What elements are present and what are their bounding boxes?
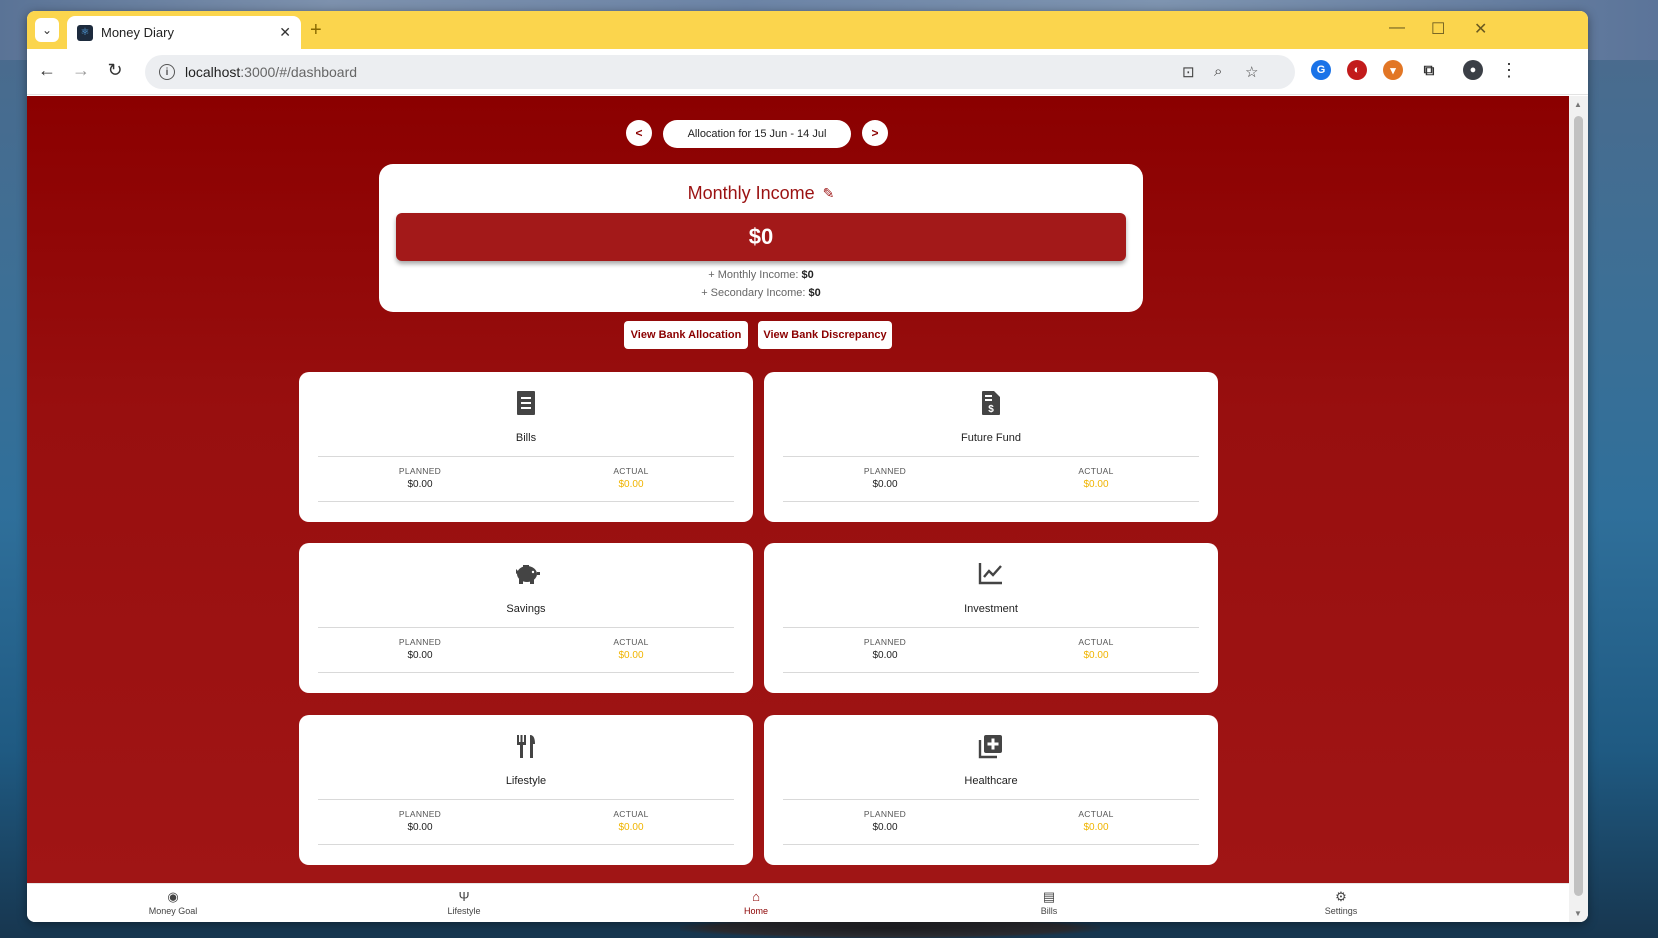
divider <box>318 501 734 502</box>
nav-money-goal[interactable]: ◉ Money Goal <box>113 884 233 922</box>
extension-shield-icon[interactable]: ◐ <box>1347 60 1367 80</box>
nav-settings[interactable]: ⚙ Settings <box>1281 884 1401 922</box>
divider <box>318 627 734 628</box>
divider <box>783 501 1199 502</box>
page-scrollbar[interactable]: ▲ ▼ <box>1569 96 1588 922</box>
scrollbar-thumb[interactable] <box>1574 116 1583 896</box>
url-text: localhost:3000/#/dashboard <box>185 64 358 80</box>
category-name: Healthcare <box>964 775 1018 787</box>
receipt-icon: ▤ <box>1042 889 1056 904</box>
monthly-income-line: + Monthly Income: $0 <box>708 269 814 281</box>
category-card-investment[interactable]: Investment PLANNED $0.00 ACTUAL $0.00 <box>764 543 1218 693</box>
planned-column: PLANNED $0.00 <box>863 637 907 661</box>
fork-knife-icon <box>299 733 753 764</box>
planned-column: PLANNED $0.00 <box>398 809 442 833</box>
next-period-button[interactable]: > <box>862 120 888 146</box>
divider <box>783 627 1199 628</box>
category-card-lifestyle[interactable]: Lifestyle PLANNED $0.00 ACTUAL $0.00 <box>299 715 753 865</box>
planned-column: PLANNED $0.00 <box>398 466 442 490</box>
nav-lifestyle[interactable]: Ψ Lifestyle <box>404 884 524 922</box>
tab-money-diary[interactable]: ⚛ Money Diary ✕ <box>67 16 301 49</box>
period-label: Allocation for 15 Jun - 14 Jul <box>663 120 851 148</box>
planned-column: PLANNED $0.00 <box>863 466 907 490</box>
reload-icon[interactable]: ↻ <box>104 60 126 81</box>
income-total: $0 <box>396 213 1126 261</box>
window-close-icon[interactable]: ✕ <box>1474 19 1487 39</box>
extensions-puzzle-icon[interactable]: ⧉ <box>1419 60 1439 80</box>
secondary-income-line: + Secondary Income: $0 <box>701 287 821 299</box>
category-card-bills[interactable]: Bills PLANNED $0.00 ACTUAL $0.00 <box>299 372 753 522</box>
site-info-icon[interactable]: i <box>159 64 175 80</box>
divider <box>318 844 734 845</box>
maximize-icon[interactable]: ☐ <box>1431 19 1445 39</box>
category-card-savings[interactable]: Savings PLANNED $0.00 ACTUAL $0.00 <box>299 543 753 693</box>
zoom-icon[interactable]: ⌕ <box>1214 63 1222 80</box>
medical-plus-icon <box>764 733 1218 764</box>
income-header: Monthly Income ✎ <box>379 183 1143 204</box>
category-name: Investment <box>964 603 1018 615</box>
income-title: Monthly Income <box>687 183 815 203</box>
actual-column: ACTUAL $0.00 <box>613 809 649 833</box>
home-icon: ⌂ <box>752 889 760 904</box>
app-viewport: < Allocation for 15 Jun - 14 Jul > Month… <box>27 96 1569 884</box>
prev-period-button[interactable]: < <box>626 120 652 146</box>
bookmark-star-icon[interactable]: ☆ <box>1245 63 1258 81</box>
line-chart-icon <box>764 561 1218 590</box>
planned-column: PLANNED $0.00 <box>863 809 907 833</box>
tab-strip: ⌄ ⚛ Money Diary ✕ + — ☐ ✕ <box>27 11 1588 49</box>
fork-knife-icon: Ψ <box>458 889 470 904</box>
actual-column: ACTUAL $0.00 <box>613 637 649 661</box>
nav-home[interactable]: ⌂ Home <box>696 884 816 922</box>
divider <box>318 799 734 800</box>
browser-menu-icon[interactable]: ⋮ <box>1498 60 1520 81</box>
svg-text:$: $ <box>988 404 994 415</box>
address-bar[interactable]: i localhost:3000/#/dashboard ⊡ ⌕ ☆ <box>145 55 1295 89</box>
back-arrow-icon[interactable]: ← <box>36 60 58 81</box>
divider <box>783 799 1199 800</box>
scroll-up-icon[interactable]: ▲ <box>1574 100 1582 109</box>
category-name: Bills <box>515 432 537 444</box>
actual-column: ACTUAL $0.00 <box>1078 637 1114 661</box>
view-bank-allocation-button[interactable]: View Bank Allocation <box>624 321 748 349</box>
close-icon[interactable]: ✕ <box>279 24 291 41</box>
planned-column: PLANNED $0.00 <box>398 637 442 661</box>
view-bank-discrepancy-button[interactable]: View Bank Discrepancy <box>758 321 892 349</box>
piggy-bank-icon <box>299 561 753 590</box>
divider <box>318 456 734 457</box>
category-name: Savings <box>506 603 546 615</box>
period-navigator: < Allocation for 15 Jun - 14 Jul > <box>27 120 1569 148</box>
new-tab-icon[interactable]: + <box>310 19 322 42</box>
monthly-income-card: Monthly Income ✎ $0 + Monthly Income: $0… <box>379 164 1143 312</box>
edit-pencil-icon[interactable]: ✎ <box>823 185 835 202</box>
scroll-down-icon[interactable]: ▼ <box>1574 909 1582 918</box>
forward-arrow-icon[interactable]: → <box>70 60 92 81</box>
category-card-healthcare[interactable]: Healthcare PLANNED $0.00 ACTUAL $0.00 <box>764 715 1218 865</box>
gear-icon: ⚙ <box>1335 889 1347 904</box>
divider <box>783 456 1199 457</box>
tab-search-button[interactable]: ⌄ <box>35 18 59 42</box>
actual-column: ACTUAL $0.00 <box>1078 809 1114 833</box>
tab-title: Money Diary <box>101 25 174 40</box>
divider <box>783 844 1199 845</box>
browser-toolbar: ← → ↻ i localhost:3000/#/dashboard ⊡ ⌕ ☆… <box>27 49 1588 95</box>
nav-bills[interactable]: ▤ Bills <box>989 884 1109 922</box>
metamask-fox-icon[interactable]: ▾ <box>1383 60 1403 80</box>
react-favicon-icon: ⚛ <box>77 24 93 41</box>
bottom-navigation: ◉ Money Goal Ψ Lifestyle ⌂ Home ▤ Bills … <box>27 883 1569 922</box>
category-name: Future Fund <box>961 432 1021 444</box>
divider <box>318 672 734 673</box>
install-app-icon[interactable]: ⊡ <box>1182 63 1195 81</box>
actual-column: ACTUAL $0.00 <box>1078 466 1114 490</box>
category-name: Lifestyle <box>505 775 547 787</box>
receipt-icon <box>299 390 753 421</box>
profile-avatar[interactable]: ● <box>1463 60 1483 80</box>
dollar-document-icon: $ <box>764 390 1218 421</box>
extension-g-icon[interactable]: G <box>1311 60 1331 80</box>
minimize-icon[interactable]: — <box>1389 19 1405 37</box>
category-card-future-fund[interactable]: $ Future Fund PLANNED $0.00 ACTUAL $0.00 <box>764 372 1218 522</box>
compass-icon: ◉ <box>167 889 179 904</box>
browser-window: ⌄ ⚛ Money Diary ✕ + — ☐ ✕ ← → ↻ i localh… <box>27 11 1588 922</box>
actual-column: ACTUAL $0.00 <box>613 466 649 490</box>
divider <box>783 672 1199 673</box>
